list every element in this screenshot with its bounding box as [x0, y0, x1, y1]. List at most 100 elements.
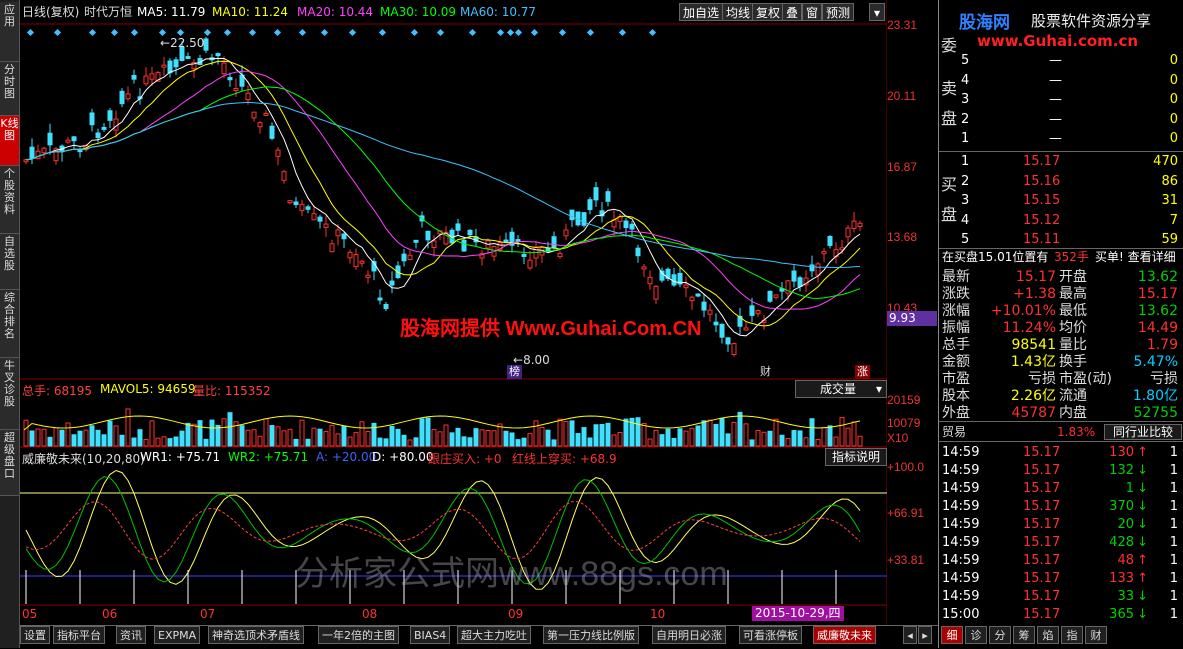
- right-tab[interactable]: 筹: [1013, 626, 1035, 644]
- tab-william[interactable]: 威廉敬未来: [813, 626, 876, 644]
- cai-marker[interactable]: 财: [760, 365, 774, 379]
- volume-bar: [467, 437, 473, 447]
- sell-level-row[interactable]: 3 — 0: [939, 91, 1183, 109]
- candle-body: [245, 92, 251, 101]
- signal-diamond-icon: [468, 28, 477, 37]
- tick-time: 14:59: [942, 499, 980, 514]
- volume-bar: [587, 437, 593, 447]
- quote-value: 1.43亿: [1010, 354, 1056, 370]
- sell-level-row[interactable]: 5 — 0: [939, 52, 1183, 70]
- chevron-right-icon[interactable]: ▸: [918, 626, 932, 644]
- right-tab[interactable]: 细: [941, 626, 963, 644]
- add-watchlist-button[interactable]: 加自选: [679, 3, 724, 21]
- quote-key: 涨幅: [942, 303, 970, 319]
- overlay-button[interactable]: 叠: [782, 3, 803, 21]
- sell-level-row[interactable]: 1 — 0: [939, 130, 1183, 148]
- quote-row: 涨跌 +1.38 最高 15.17: [939, 285, 1183, 303]
- volume-bar: [227, 412, 233, 447]
- volume-bar: [191, 423, 197, 447]
- volume-bar: [389, 425, 395, 447]
- right-tab[interactable]: 财: [1085, 626, 1107, 644]
- tick-time: 15:00: [942, 607, 980, 622]
- quote-value: 15.17: [1015, 269, 1056, 285]
- volume-bar: [743, 423, 749, 447]
- volume-bar: [71, 434, 77, 447]
- sidebar-item-apps[interactable]: 应用: [0, 2, 19, 62]
- volume-bar: [305, 438, 311, 447]
- right-tab[interactable]: 焰: [1037, 626, 1059, 644]
- buy-level-row[interactable]: 5 15.11 59: [939, 231, 1183, 249]
- bang-marker[interactable]: 榜: [507, 365, 522, 379]
- indicator-explain-button[interactable]: 指标说明: [825, 448, 887, 466]
- sidebar-item-intraday[interactable]: 分时图: [0, 62, 19, 116]
- buy-level-row[interactable]: 2 15.16 86: [939, 173, 1183, 191]
- volume-indicator-dropdown[interactable]: 成交量 ▾: [795, 380, 887, 398]
- indicator-name[interactable]: 威廉敬未来(10,20,80): [22, 450, 145, 467]
- forecast-button[interactable]: 预测: [822, 3, 855, 21]
- sidebar-item-super-handicap[interactable]: 超级盘口: [0, 430, 19, 496]
- quote-value: 15.17: [1137, 286, 1178, 302]
- zhang-marker[interactable]: 涨: [855, 365, 870, 379]
- window-button[interactable]: 窗: [802, 3, 823, 21]
- industry-compare-button[interactable]: 同行业比较: [1104, 424, 1182, 440]
- sidebar-item-watchlist[interactable]: 自选股: [0, 234, 19, 290]
- volume-bar: [701, 420, 707, 447]
- tab-big-force[interactable]: 超大主力吃吐: [457, 626, 531, 644]
- order-status-row[interactable]: 在买盘15.01位置有 352手 买单! 查看详细: [939, 248, 1183, 266]
- tab-yearly-main[interactable]: 一年2倍的主图: [318, 626, 399, 644]
- candle-body: [695, 293, 701, 297]
- sell-level-row[interactable]: 4 — 0: [939, 72, 1183, 90]
- chevron-down-icon: ▾: [875, 382, 882, 396]
- candle-body: [857, 222, 863, 227]
- buy-level: 2: [961, 173, 970, 189]
- arrow-down-icon: ↓: [1137, 499, 1148, 514]
- tab-bias4[interactable]: BIAS4: [410, 626, 451, 644]
- sidebar-item-kline[interactable]: K线图: [0, 116, 19, 166]
- tab-indicator-platform[interactable]: 指标平台: [53, 626, 105, 644]
- order-status-link[interactable]: 买单! 查看详细: [1095, 248, 1176, 266]
- tab-news[interactable]: 资讯: [116, 626, 146, 644]
- volume-bar: [821, 426, 827, 447]
- sell-level-row[interactable]: 2 — 0: [939, 111, 1183, 129]
- sell-price: —: [1049, 92, 1062, 107]
- candle-body: [347, 251, 353, 259]
- tick-price: 15.17: [1023, 445, 1061, 460]
- period-label[interactable]: 日线(复权): [22, 0, 79, 24]
- volume-bar: [179, 430, 185, 447]
- candle-body: [401, 253, 407, 262]
- sidebar-item-diagnosis[interactable]: 牛叉诊股: [0, 358, 19, 430]
- volume-bar: [83, 429, 89, 447]
- ma-button[interactable]: 均线: [722, 3, 755, 21]
- arrow-up-icon: ↑: [1137, 571, 1148, 586]
- buy-price: 15.17: [1023, 154, 1061, 169]
- candle-body: [563, 229, 569, 237]
- candle-body: [173, 59, 179, 68]
- buy-level-row[interactable]: 4 15.12 7: [939, 212, 1183, 230]
- candle-body: [503, 239, 509, 243]
- tab-expma[interactable]: EXPMA: [154, 626, 201, 644]
- chevron-down-icon[interactable]: ▾: [869, 3, 885, 21]
- tab-tomorrow-rise[interactable]: 自用明日必涨: [652, 626, 726, 644]
- arrow-down-icon: ↓: [1137, 589, 1148, 604]
- left-sidebar: 应用 分时图 K线图 个股资料 自选股 综合排名 牛叉诊股 超级盘口: [0, 0, 20, 648]
- right-tab[interactable]: 指: [1061, 626, 1083, 644]
- buy-level-row[interactable]: 3 15.15 31: [939, 192, 1183, 210]
- buy-level-row[interactable]: 1 15.17 470: [939, 153, 1183, 171]
- tab-settings[interactable]: 设置: [20, 626, 50, 644]
- candle-body: [107, 110, 113, 121]
- volume-bar: [95, 429, 101, 447]
- sidebar-item-ranking[interactable]: 综合排名: [0, 290, 19, 358]
- volume-bar: [341, 425, 347, 447]
- tab-first-pressure[interactable]: 第一压力线比例版: [543, 626, 639, 644]
- tab-limit-up[interactable]: 可看涨停板: [739, 626, 802, 644]
- quote-key: 最低: [1059, 303, 1087, 319]
- right-tab[interactable]: 分: [989, 626, 1011, 644]
- tab-magic-top[interactable]: 神奇选顶术矛盾线: [208, 626, 304, 644]
- ma20-line: [25, 70, 861, 310]
- sidebar-item-stock-info[interactable]: 个股资料: [0, 166, 19, 234]
- chevron-left-icon[interactable]: ◂: [903, 626, 917, 644]
- adjust-button[interactable]: 复权: [752, 3, 785, 21]
- candle-body: [749, 305, 755, 316]
- quote-row: 总手 98541 量比 1.79: [939, 336, 1183, 354]
- right-tab[interactable]: 诊: [965, 626, 987, 644]
